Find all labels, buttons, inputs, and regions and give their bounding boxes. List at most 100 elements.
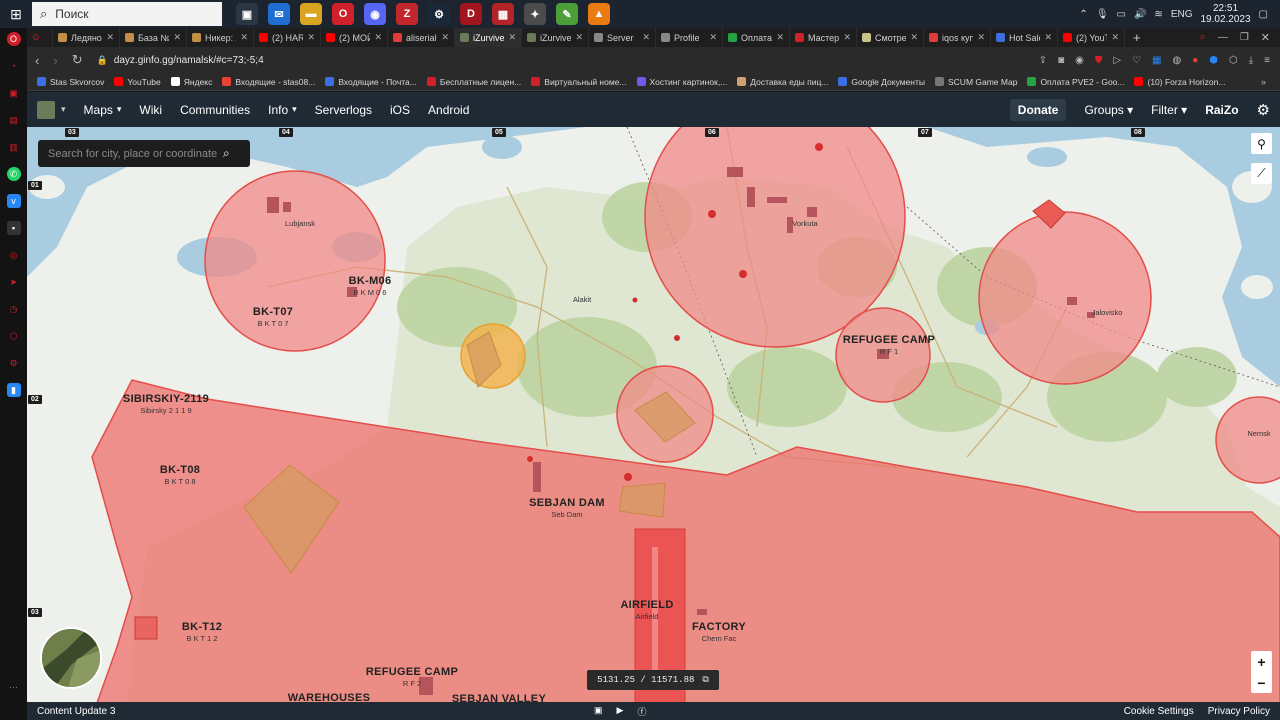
tab-close-icon[interactable]: ✕ xyxy=(508,32,516,43)
bookmark-item[interactable]: Оплата PVE2 - Goo... xyxy=(1027,77,1124,87)
steam-icon[interactable]: ⚙ xyxy=(428,3,450,25)
nav-item-ios[interactable]: iOS xyxy=(390,103,410,117)
donate-button[interactable]: Donate xyxy=(1009,98,1067,121)
browser-tab[interactable]: Server ✕ xyxy=(589,28,656,47)
bookmark-item[interactable]: SCUM Game Map xyxy=(935,77,1017,87)
minimap-toggle[interactable] xyxy=(40,627,102,689)
ext-vpn-icon[interactable]: ⬢ xyxy=(1209,55,1218,66)
browser-tab[interactable]: (2) HARI ✕ xyxy=(254,28,321,47)
browser-tab[interactable]: Мастер ✕ xyxy=(790,28,857,47)
gear-icon[interactable]: ⚙ xyxy=(1257,101,1270,119)
language-indicator[interactable]: ENG xyxy=(1171,9,1193,20)
camera-icon[interactable]: ◙ xyxy=(1058,55,1064,66)
extension-icon[interactable]: ▮ xyxy=(6,383,21,397)
copy-icon[interactable]: ⧉ xyxy=(702,675,708,685)
map-search-input[interactable] xyxy=(48,147,223,160)
route-line-icon[interactable]: ⟋ xyxy=(1251,163,1272,184)
tab-close-icon[interactable]: ✕ xyxy=(1111,32,1119,43)
settings-icon[interactable]: ⚙ xyxy=(7,356,21,370)
map-location-label[interactable]: REFUGEE CAMP R F 2 xyxy=(366,667,458,689)
tab-close-icon[interactable]: ✕ xyxy=(106,32,114,43)
player-icon[interactable]: ◎ xyxy=(7,248,21,262)
mail-icon[interactable]: ✉ xyxy=(268,3,290,25)
map-location-label[interactable]: AIRFIELD Airfield xyxy=(620,600,673,622)
forward-icon[interactable]: › xyxy=(53,53,57,68)
nav-item-info[interactable]: Info ▾ xyxy=(268,103,297,117)
history-icon[interactable]: ◷ xyxy=(7,302,21,316)
dayz-icon[interactable]: D xyxy=(460,3,482,25)
close-window-icon[interactable]: ✕ xyxy=(1261,31,1280,44)
more-icon[interactable]: ··· xyxy=(7,680,21,694)
izurvive-logo-icon[interactable] xyxy=(37,100,55,119)
tab-close-icon[interactable]: ✕ xyxy=(173,32,181,43)
zoom-in-button[interactable]: + xyxy=(1257,654,1265,670)
bookmark-item[interactable]: Бесплатные лицен... xyxy=(426,77,521,87)
tab-close-icon[interactable]: ✕ xyxy=(910,32,918,43)
bookmark-item[interactable]: Хостинг картинок,... xyxy=(636,77,727,87)
microphone-icon[interactable]: 🎙 xyxy=(1096,9,1109,20)
map-location-label[interactable]: FACTORY Chem Fac xyxy=(692,622,746,644)
bookmark-item[interactable]: Яндекс xyxy=(170,77,212,87)
browser-tab[interactable]: (2) YouTu ✕ xyxy=(1058,28,1125,47)
map-location-label[interactable]: BK-T07 B K T 0 7 xyxy=(253,307,293,329)
browser-tab[interactable]: Никер: А ✕ xyxy=(187,28,254,47)
reload-icon[interactable]: ↻ xyxy=(72,52,83,68)
tab-close-icon[interactable]: ✕ xyxy=(709,32,717,43)
groups-menu[interactable]: Groups ▾ xyxy=(1084,103,1133,117)
wifi-icon[interactable]: ≋ xyxy=(1154,9,1162,20)
play-icon[interactable]: ▷ xyxy=(1113,55,1121,66)
browser-tab[interactable]: aliserial ✕ xyxy=(388,28,455,47)
ext-rss-icon[interactable]: ● xyxy=(1192,55,1198,66)
tab-close-icon[interactable]: ✕ xyxy=(240,32,248,43)
volume-icon[interactable]: 🔊 xyxy=(1134,9,1146,20)
map-marker-icon[interactable]: ⚲ xyxy=(1251,133,1272,154)
chevron-up-icon[interactable]: ⌃ xyxy=(1079,9,1087,20)
browser-tab[interactable]: Hot Sale ✕ xyxy=(991,28,1058,47)
bookmark-item[interactable]: Stas Skvorcov xyxy=(37,77,104,87)
cookie-settings-link[interactable]: Cookie Settings xyxy=(1124,706,1194,717)
heart-icon[interactable]: ♡ xyxy=(1132,55,1141,66)
tab-close-icon[interactable]: ✕ xyxy=(642,32,650,43)
map-location-label[interactable]: BK-T08 B K T 0 8 xyxy=(160,465,200,487)
app-icon[interactable]: ▥ xyxy=(7,140,21,154)
network-icon[interactable]: ▭ xyxy=(1117,9,1126,20)
browser-tab[interactable]: (2) МОЙ ✕ xyxy=(321,28,388,47)
tab-close-icon[interactable]: ✕ xyxy=(575,32,583,43)
explorer-icon[interactable]: ▬ xyxy=(300,3,322,25)
tab-close-icon[interactable]: ✕ xyxy=(307,32,315,43)
speed-dial-icon[interactable]: ◔ xyxy=(7,59,21,73)
map-canvas[interactable]: 03 04 05 06 07 08 01 02 03 Lubjansk Vork… xyxy=(27,127,1280,703)
minimize-icon[interactable]: — xyxy=(1218,32,1240,43)
browser-tab[interactable]: Оплата ✕ xyxy=(723,28,790,47)
bookmark-item[interactable]: Входящие - stas08... xyxy=(222,77,315,87)
browser-tab[interactable]: Смотрет✕ xyxy=(857,28,924,47)
send-icon[interactable]: ➤ xyxy=(7,275,21,289)
map-location-label[interactable]: BK-M06 B K M 0 6 xyxy=(349,276,392,298)
bookmark-item[interactable]: Виртуальный номе... xyxy=(531,77,627,87)
box-icon[interactable]: ⬡ xyxy=(7,329,21,343)
maximize-icon[interactable]: ❐ xyxy=(1240,32,1261,43)
tab-close-icon[interactable]: ✕ xyxy=(977,32,985,43)
share-icon[interactable]: ⇪ xyxy=(1039,55,1047,66)
app-red-icon[interactable]: ▦ xyxy=(492,3,514,25)
browser-tab[interactable]: Profile ✕ xyxy=(656,28,723,47)
ext-puzzle-icon[interactable]: ⬡ xyxy=(1229,55,1238,66)
eye-icon[interactable]: ◉ xyxy=(1075,55,1084,66)
workspaces-icon[interactable]: ⊙ xyxy=(27,28,53,47)
vlc-icon[interactable]: ▲ xyxy=(588,3,610,25)
bookmark-item[interactable]: Входящие - Почта... xyxy=(325,77,417,87)
shopping-bag-icon[interactable]: ▣ xyxy=(7,86,21,100)
tab-close-icon[interactable]: ✕ xyxy=(441,32,449,43)
tab-close-icon[interactable]: ✕ xyxy=(1044,32,1052,43)
nav-item-serverlogs[interactable]: Serverlogs xyxy=(315,103,372,117)
game-icon[interactable]: ✦ xyxy=(524,3,546,25)
clock[interactable]: 22:51 19.02.2023 xyxy=(1200,3,1250,25)
screen-icon[interactable]: ▣ xyxy=(594,705,603,718)
chevron-down-icon[interactable]: ▾ xyxy=(61,104,66,115)
task-view-icon[interactable]: ▣ xyxy=(236,3,258,25)
shield-icon[interactable]: ⛊ xyxy=(1095,55,1103,66)
zoom-out-button[interactable]: − xyxy=(1257,675,1265,691)
map-location-label[interactable]: BK-T12 B K T 1 2 xyxy=(182,622,222,644)
tab-close-icon[interactable]: ✕ xyxy=(374,32,382,43)
download-icon[interactable]: ⤓ xyxy=(1249,55,1253,66)
